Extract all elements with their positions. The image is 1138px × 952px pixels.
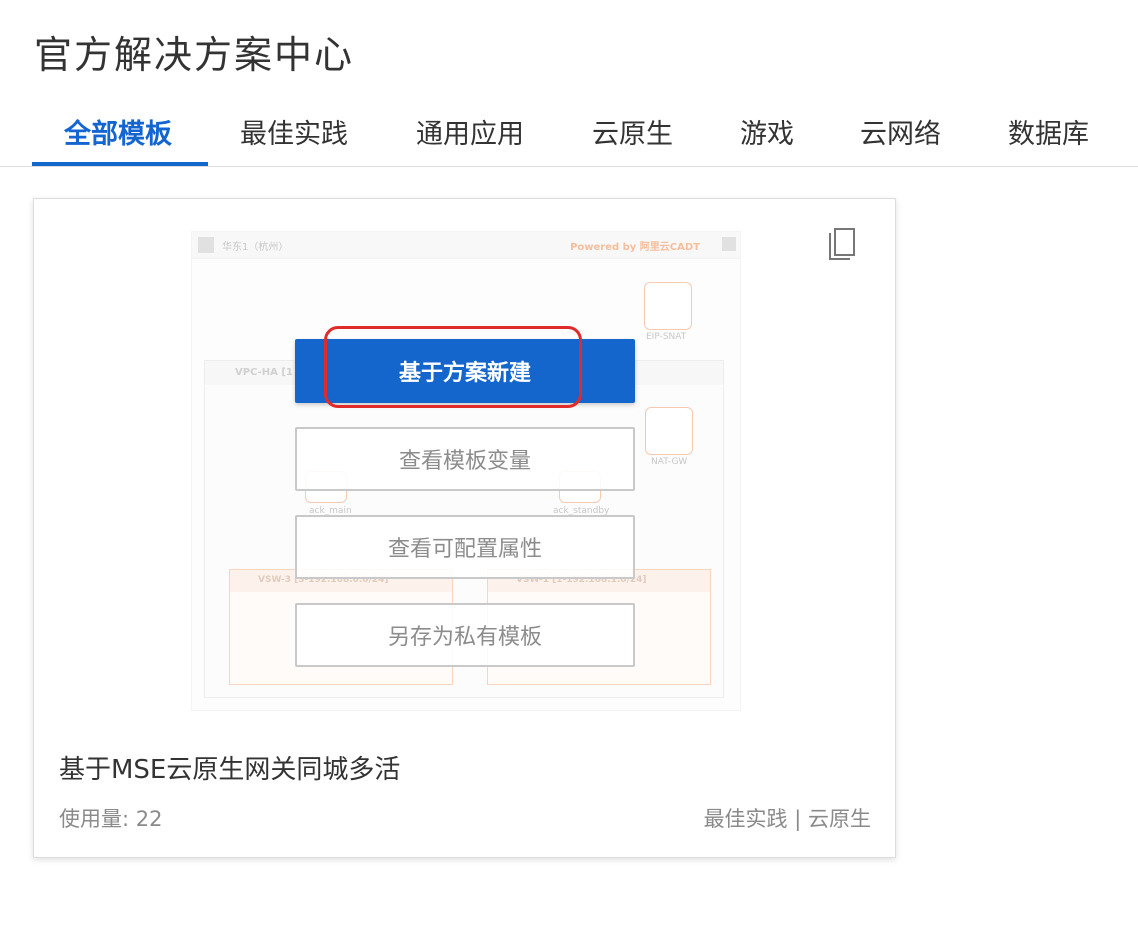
eip-icon	[644, 282, 692, 330]
card-title: 基于MSE云原生网关同城多活	[59, 755, 401, 785]
view-configurable-properties-button[interactable]: 查看可配置属性	[295, 515, 635, 579]
active-tab-indicator	[32, 162, 208, 166]
usage-count: 使用量: 22	[59, 807, 163, 831]
tab-database[interactable]: 数据库	[1008, 112, 1089, 151]
tab-games[interactable]: 游戏	[740, 112, 794, 151]
category-tabs: 全部模板 最佳实践 通用应用 云原生 游戏 云网络 数据库	[0, 104, 1138, 167]
view-template-variables-button[interactable]: 查看模板变量	[295, 427, 635, 491]
solution-card[interactable]: 华东1（杭州） Powered by 阿里云CADT EIP-SNAT VPC-…	[33, 198, 896, 858]
tab-cloud-network[interactable]: 云网络	[860, 112, 941, 151]
diagram-header: 华东1（杭州） Powered by 阿里云CADT	[192, 232, 740, 259]
save-as-private-template-button[interactable]: 另存为私有模板	[295, 603, 635, 667]
tab-best-practices[interactable]: 最佳实践	[240, 112, 348, 151]
create-from-solution-button[interactable]: 基于方案新建	[295, 339, 635, 403]
nat-gateway-icon	[645, 407, 693, 455]
collapse-icon	[722, 237, 736, 251]
vpc-label: VPC-HA [1	[235, 367, 293, 378]
tab-cloud-native[interactable]: 云原生	[592, 112, 673, 151]
eip-label: EIP-SNAT	[646, 332, 687, 342]
page-title: 官方解决方案中心	[34, 33, 355, 77]
region-icon	[198, 237, 214, 253]
diagram-powered-by: Powered by 阿里云CADT	[570, 242, 700, 253]
copy-icon[interactable]	[826, 227, 858, 263]
tab-general-apps[interactable]: 通用应用	[416, 112, 524, 151]
card-tags: 最佳实践 | 云原生	[703, 807, 871, 831]
diagram-region: 华东1（杭州）	[222, 242, 289, 253]
tab-all-templates[interactable]: 全部模板	[64, 112, 172, 151]
nat-gateway-label: NAT-GW	[651, 457, 688, 467]
